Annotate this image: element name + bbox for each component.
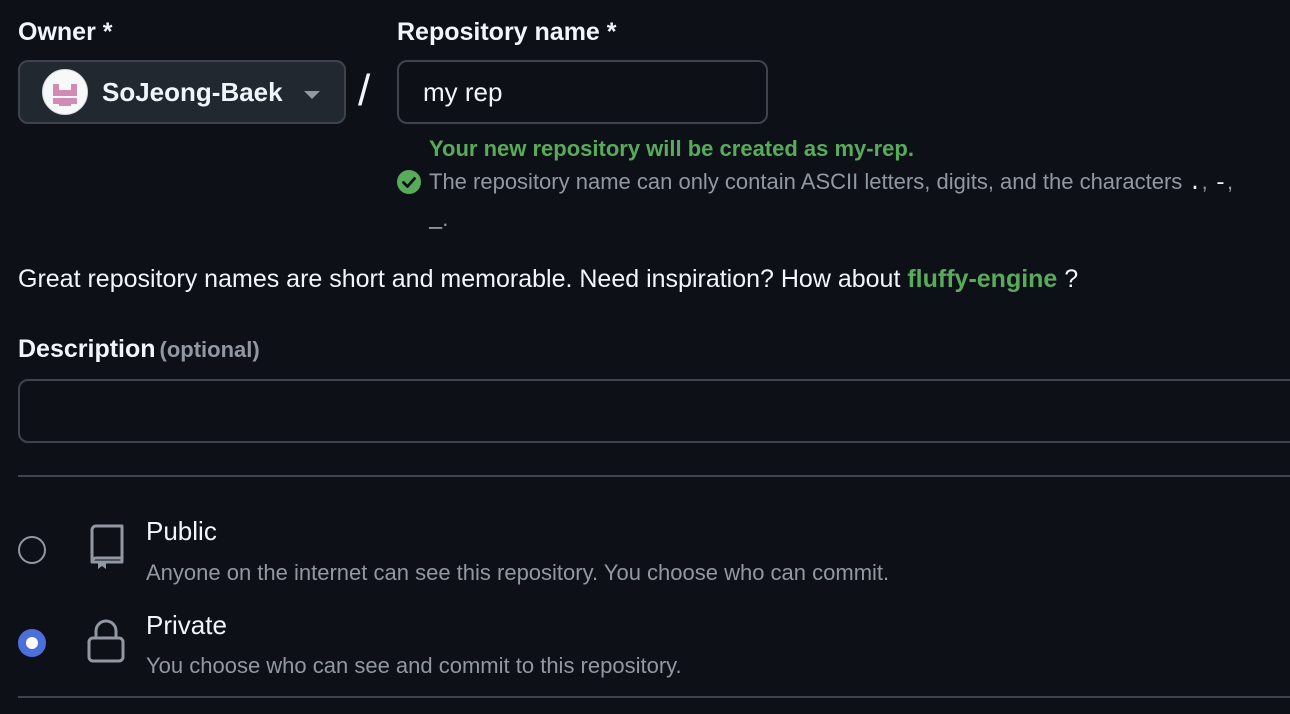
- repository-name-input[interactable]: my rep: [397, 60, 768, 124]
- suggestion-suffix: ?: [1057, 265, 1079, 293]
- description-input[interactable]: [18, 379, 1290, 443]
- name-suggestion-text: Great repository names are short and mem…: [18, 265, 1078, 294]
- private-title: Private: [146, 610, 227, 640]
- suggested-name-link[interactable]: fluffy-engine: [907, 265, 1057, 293]
- check-circle-icon: [397, 170, 421, 194]
- divider-bottom: [18, 696, 1290, 698]
- owner-label: Owner *: [18, 18, 113, 46]
- repo-icon: [90, 524, 124, 569]
- repository-success-message: Your new repository will be created as m…: [429, 136, 914, 161]
- private-radio[interactable]: [18, 629, 46, 657]
- private-description: You choose who can see and commit to thi…: [146, 653, 682, 678]
- suggestion-prefix: Great repository names are short and mem…: [18, 265, 908, 293]
- repository-name-hint-continued: _.: [429, 206, 448, 233]
- chevron-down-icon: [304, 91, 320, 99]
- hint-sep-2: ,: [1227, 169, 1234, 194]
- divider-top: [18, 475, 1290, 477]
- hint-end: .: [442, 206, 449, 231]
- description-label-group: Description (optional): [18, 335, 260, 364]
- avatar: [42, 69, 88, 115]
- hint-char-dash: -: [1213, 171, 1228, 196]
- repository-name-label: Repository name *: [397, 18, 617, 46]
- public-title: Public: [146, 516, 217, 546]
- hint-char-dot: .: [1188, 171, 1202, 196]
- public-radio[interactable]: [18, 536, 46, 564]
- owner-repo-separator: /: [358, 66, 371, 115]
- optional-tag: (optional): [159, 337, 260, 362]
- repository-name-hint: The repository name can only contain ASC…: [429, 169, 1233, 196]
- lock-icon: [87, 619, 125, 663]
- avatar-identicon-icon: [43, 70, 87, 114]
- public-description: Anyone on the internet can see this repo…: [146, 560, 890, 585]
- owner-name: SoJeong-Baek: [102, 76, 283, 107]
- description-label: Description: [18, 335, 156, 363]
- hint-text: The repository name can only contain ASC…: [429, 169, 1189, 194]
- hint-sep-1: ,: [1201, 169, 1214, 194]
- hint-char-underscore: _: [429, 208, 443, 233]
- owner-select-button[interactable]: SoJeong-Baek: [18, 60, 346, 124]
